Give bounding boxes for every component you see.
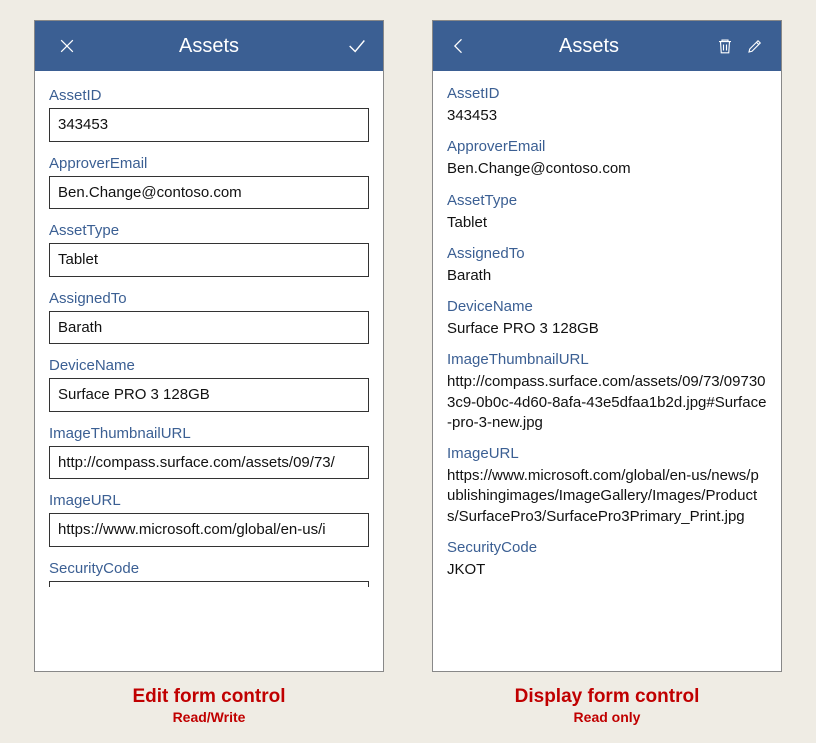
- edit-title: Assets: [79, 35, 339, 58]
- edit-appbar: Assets: [35, 21, 383, 71]
- field-label: ImageURL: [49, 492, 369, 509]
- approveremail-input[interactable]: Ben.Change@contoso.com: [49, 176, 369, 210]
- display-caption: Display form control Read only: [432, 686, 782, 725]
- field-label: SecurityCode: [447, 539, 767, 556]
- field-label: ImageURL: [447, 445, 767, 462]
- field-label: ApproverEmail: [447, 138, 767, 155]
- field-label: DeviceName: [49, 357, 369, 374]
- field-label: AssetType: [49, 222, 369, 239]
- field-value: Barath: [447, 266, 767, 286]
- back-icon[interactable]: [447, 34, 471, 58]
- field-value: Tablet: [447, 213, 767, 233]
- checkmark-icon[interactable]: [345, 34, 369, 58]
- trash-icon[interactable]: [713, 34, 737, 58]
- field-assignedto: AssignedTo Barath: [49, 290, 369, 345]
- field-securitycode: SecurityCode: [49, 560, 369, 587]
- pencil-icon[interactable]: [743, 34, 767, 58]
- imageurl-input[interactable]: https://www.microsoft.com/global/en-us/i: [49, 513, 369, 547]
- display-form-body: AssetID 343453 ApproverEmail Ben.Change@…: [433, 71, 781, 671]
- field-label: SecurityCode: [49, 560, 369, 577]
- field-value: Surface PRO 3 128GB: [447, 319, 767, 339]
- field-assetid: AssetID 343453: [49, 87, 369, 142]
- field-value: http://compass.surface.com/assets/09/73/…: [447, 372, 767, 433]
- securitycode-input[interactable]: [49, 581, 369, 587]
- field-value: https://www.microsoft.com/global/en-us/n…: [447, 466, 767, 527]
- display-field-assettype: AssetType Tablet: [447, 192, 767, 233]
- field-assettype: AssetType Tablet: [49, 222, 369, 277]
- assetid-input[interactable]: 343453: [49, 108, 369, 142]
- display-field-assignedto: AssignedTo Barath: [447, 245, 767, 286]
- field-label: ImageThumbnailURL: [49, 425, 369, 442]
- field-devicename: DeviceName Surface PRO 3 128GB: [49, 357, 369, 412]
- field-label: DeviceName: [447, 298, 767, 315]
- field-label: AssetType: [447, 192, 767, 209]
- field-approveremail: ApproverEmail Ben.Change@contoso.com: [49, 155, 369, 210]
- display-title: Assets: [471, 35, 707, 58]
- assignedto-input[interactable]: Barath: [49, 311, 369, 345]
- caption-sub: Read/Write: [34, 709, 384, 725]
- edit-form-body: AssetID 343453 ApproverEmail Ben.Change@…: [35, 71, 383, 671]
- field-value: Ben.Change@contoso.com: [447, 159, 767, 179]
- display-appbar: Assets: [433, 21, 781, 71]
- caption-main: Edit form control: [34, 686, 384, 708]
- display-field-assetid: AssetID 343453: [447, 85, 767, 126]
- caption-main: Display form control: [432, 686, 782, 708]
- edit-form-screen: Assets AssetID 343453 ApproverEmail Ben.…: [34, 20, 384, 672]
- display-field-imagethumbnailurl: ImageThumbnailURL http://compass.surface…: [447, 351, 767, 433]
- field-value: 343453: [447, 106, 767, 126]
- display-field-devicename: DeviceName Surface PRO 3 128GB: [447, 298, 767, 339]
- field-label: AssetID: [447, 85, 767, 102]
- field-label: AssignedTo: [49, 290, 369, 307]
- close-icon[interactable]: [55, 34, 79, 58]
- field-imageurl: ImageURL https://www.microsoft.com/globa…: [49, 492, 369, 547]
- field-label: ImageThumbnailURL: [447, 351, 767, 368]
- field-label: ApproverEmail: [49, 155, 369, 172]
- imagethumbnailurl-input[interactable]: http://compass.surface.com/assets/09/73/: [49, 446, 369, 480]
- display-field-approveremail: ApproverEmail Ben.Change@contoso.com: [447, 138, 767, 179]
- devicename-input[interactable]: Surface PRO 3 128GB: [49, 378, 369, 412]
- display-form-screen: Assets AssetID 343453 ApproverEmail Ben.…: [432, 20, 782, 672]
- field-imagethumbnailurl: ImageThumbnailURL http://compass.surface…: [49, 425, 369, 480]
- field-value: JKOT: [447, 560, 767, 580]
- edit-caption: Edit form control Read/Write: [34, 686, 384, 725]
- caption-sub: Read only: [432, 709, 782, 725]
- display-field-imageurl: ImageURL https://www.microsoft.com/globa…: [447, 445, 767, 527]
- display-field-securitycode: SecurityCode JKOT: [447, 539, 767, 580]
- field-label: AssetID: [49, 87, 369, 104]
- assettype-input[interactable]: Tablet: [49, 243, 369, 277]
- field-label: AssignedTo: [447, 245, 767, 262]
